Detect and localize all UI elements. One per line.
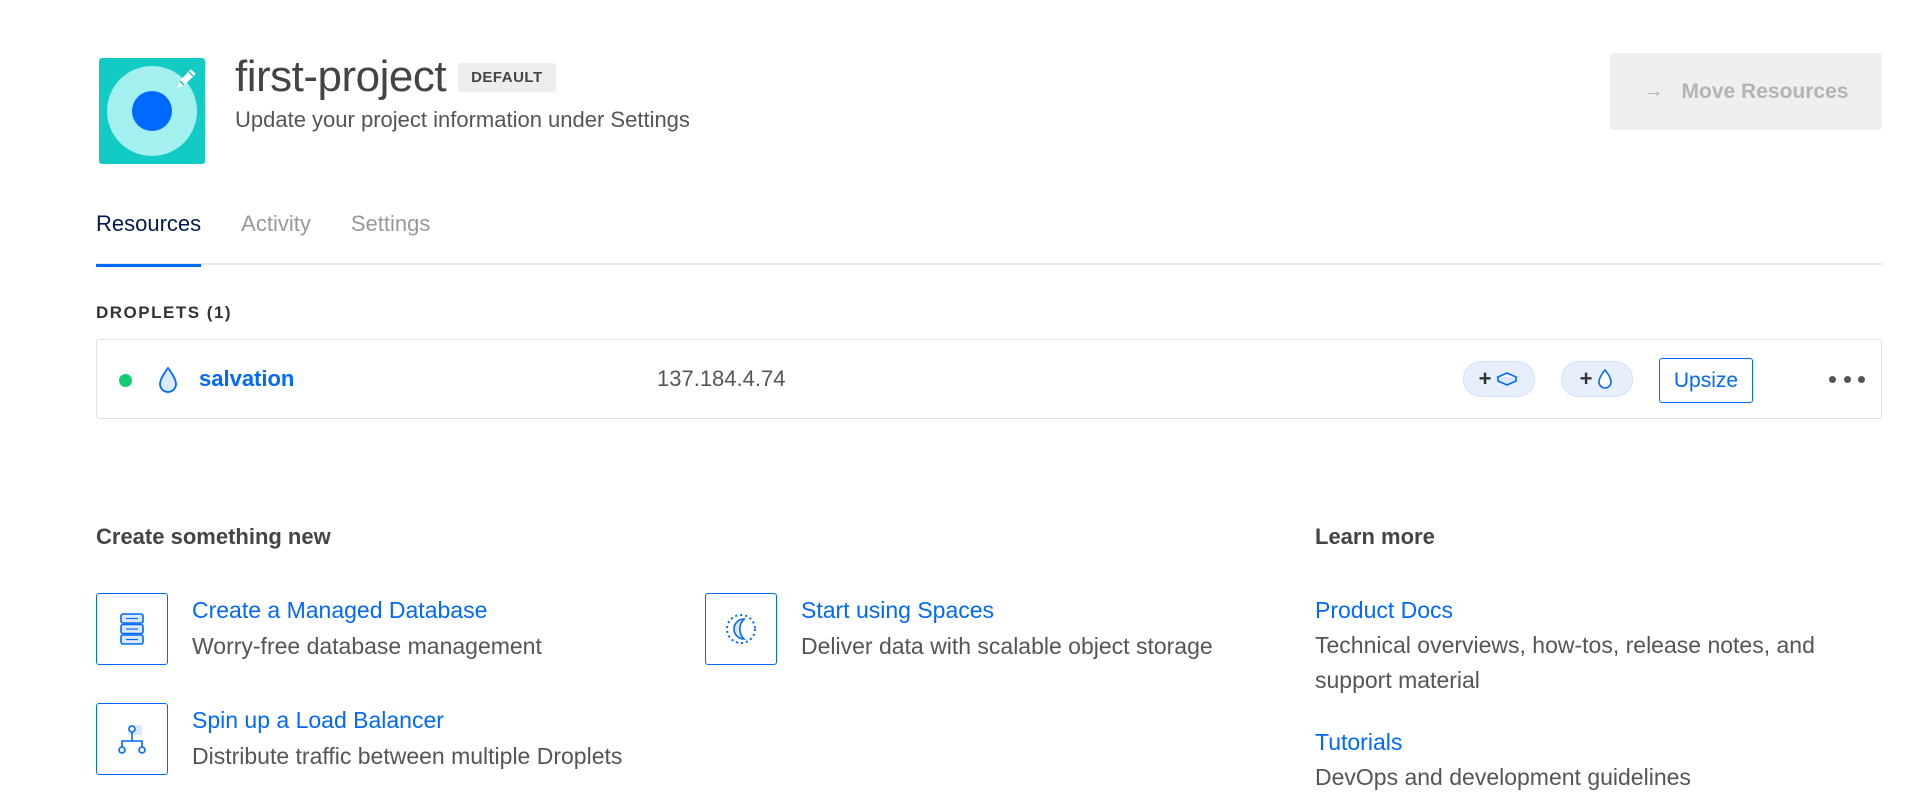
product-docs-desc: Technical overviews, how-tos, release no… — [1315, 632, 1815, 693]
project-avatar[interactable] — [99, 58, 205, 164]
tab-settings[interactable]: Settings — [351, 205, 431, 265]
dot — [1829, 375, 1836, 383]
create-heading: Create something new — [96, 524, 331, 549]
project-tabs: Resources Activity Settings — [96, 205, 1882, 267]
move-resources-label: Move Resources — [1681, 79, 1849, 103]
dot — [1858, 375, 1865, 383]
learn-heading: Learn more — [1315, 524, 1435, 549]
load-balancer-desc: Distribute traffic between multiple Drop… — [192, 743, 623, 769]
tab-activity[interactable]: Activity — [241, 205, 311, 265]
droplet-row: salvation 137.184.4.74 + + Upsize — [96, 339, 1882, 419]
dot — [1843, 375, 1851, 383]
droplet-small-icon — [1598, 368, 1613, 389]
arrow-right-icon: → — [1643, 80, 1664, 102]
product-docs-link[interactable]: Product Docs — [1315, 597, 1453, 624]
start-spaces-desc: Deliver data with scalable object storag… — [801, 633, 1213, 659]
plus-icon: + — [1579, 366, 1593, 391]
droplet-ip: 137.184.4.74 — [657, 366, 786, 391]
move-resources-button[interactable]: → Move Resources — [1610, 53, 1882, 130]
project-avatar-dot — [132, 91, 172, 131]
add-volume-button[interactable]: + — [1463, 361, 1535, 397]
project-title-row: first-project DEFAULT — [235, 52, 556, 102]
more-options-icon[interactable] — [1829, 364, 1865, 394]
start-spaces-link[interactable]: Start using Spaces — [801, 597, 994, 624]
droplet-name-link[interactable]: salvation — [199, 366, 294, 392]
tutorials-link[interactable]: Tutorials — [1315, 729, 1402, 756]
spaces-icon[interactable] — [705, 593, 777, 665]
load-balancer-link[interactable]: Spin up a Load Balancer — [192, 707, 444, 734]
add-droplet-button[interactable]: + — [1561, 361, 1633, 397]
create-database-desc: Worry-free database management — [192, 633, 542, 659]
tutorials-desc: DevOps and development guidelines — [1315, 764, 1691, 790]
upsize-button[interactable]: Upsize — [1659, 358, 1753, 403]
create-database-link[interactable]: Create a Managed Database — [192, 597, 487, 624]
tab-resources[interactable]: Resources — [96, 205, 202, 267]
edit-pencil-icon[interactable] — [173, 66, 199, 92]
project-title: first-project — [235, 52, 447, 101]
database-icon[interactable] — [96, 593, 168, 665]
volume-icon — [1496, 372, 1519, 386]
droplets-section-label: DROPLETS (1) — [96, 303, 233, 322]
project-subtitle: Update your project information under Se… — [235, 107, 690, 132]
droplet-icon — [159, 366, 177, 393]
status-indicator — [119, 374, 132, 387]
load-balancer-icon[interactable] — [96, 703, 168, 775]
default-badge: DEFAULT — [458, 62, 556, 92]
plus-icon: + — [1478, 366, 1492, 391]
